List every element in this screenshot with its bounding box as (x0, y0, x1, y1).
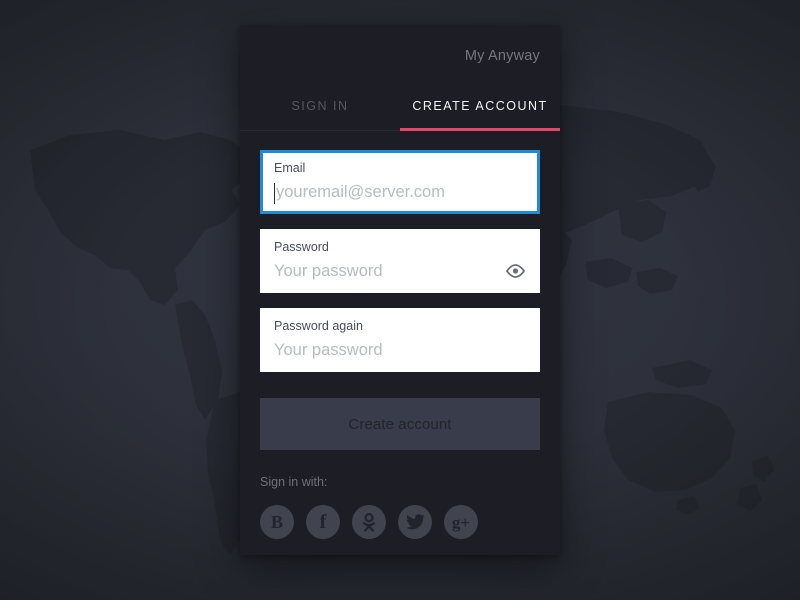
card-header: My Anyway (240, 25, 560, 87)
social-login-label: Sign in with: (260, 475, 328, 489)
brand-title: My Anyway (464, 48, 540, 64)
odnoklassniki-icon[interactable] (352, 505, 386, 539)
eye-icon[interactable] (504, 260, 526, 282)
password-again-input-placeholder: Your password (274, 341, 383, 359)
email-field-value-row: youremail@server.com (274, 176, 526, 208)
email-field[interactable]: Email youremail@server.com (260, 150, 540, 214)
tab-sign-in-label: SIGN IN (291, 98, 349, 113)
email-input-placeholder: youremail@server.com (276, 183, 445, 201)
social-login-section: Sign in with: В f g+ (240, 450, 560, 539)
twitter-icon[interactable] (398, 505, 432, 539)
signup-form: Email youremail@server.com Password Your… (240, 131, 560, 450)
auth-tabs: SIGN IN CREATE ACCOUNT (240, 87, 560, 131)
vk-icon-glyph: В (270, 512, 283, 532)
social-icons-row: В f g+ (260, 505, 540, 539)
tab-create-account-label: CREATE ACCOUNT (412, 98, 548, 113)
password-field[interactable]: Password Your password (260, 229, 540, 293)
password-again-field[interactable]: Password again Your password (260, 308, 540, 372)
password-field-label: Password (274, 240, 329, 254)
vk-icon[interactable]: В (260, 505, 294, 539)
google-plus-icon-glyph: g+ (451, 512, 471, 532)
auth-card: My Anyway SIGN IN CREATE ACCOUNT Email y… (240, 25, 560, 555)
tab-create-account[interactable]: CREATE ACCOUNT (400, 87, 560, 131)
password-input-placeholder: Your password (274, 262, 383, 280)
google-plus-icon[interactable]: g+ (444, 505, 478, 539)
password-field-value-row: Your password (274, 255, 526, 287)
tab-sign-in[interactable]: SIGN IN (240, 87, 400, 130)
password-again-field-label: Password again (274, 319, 363, 333)
facebook-icon-glyph: f (319, 511, 327, 533)
facebook-icon[interactable]: f (306, 505, 340, 539)
text-caret (274, 182, 275, 204)
create-account-button[interactable]: Create account (260, 398, 540, 450)
email-field-label: Email (274, 161, 306, 175)
password-again-field-value-row: Your password (274, 334, 526, 366)
